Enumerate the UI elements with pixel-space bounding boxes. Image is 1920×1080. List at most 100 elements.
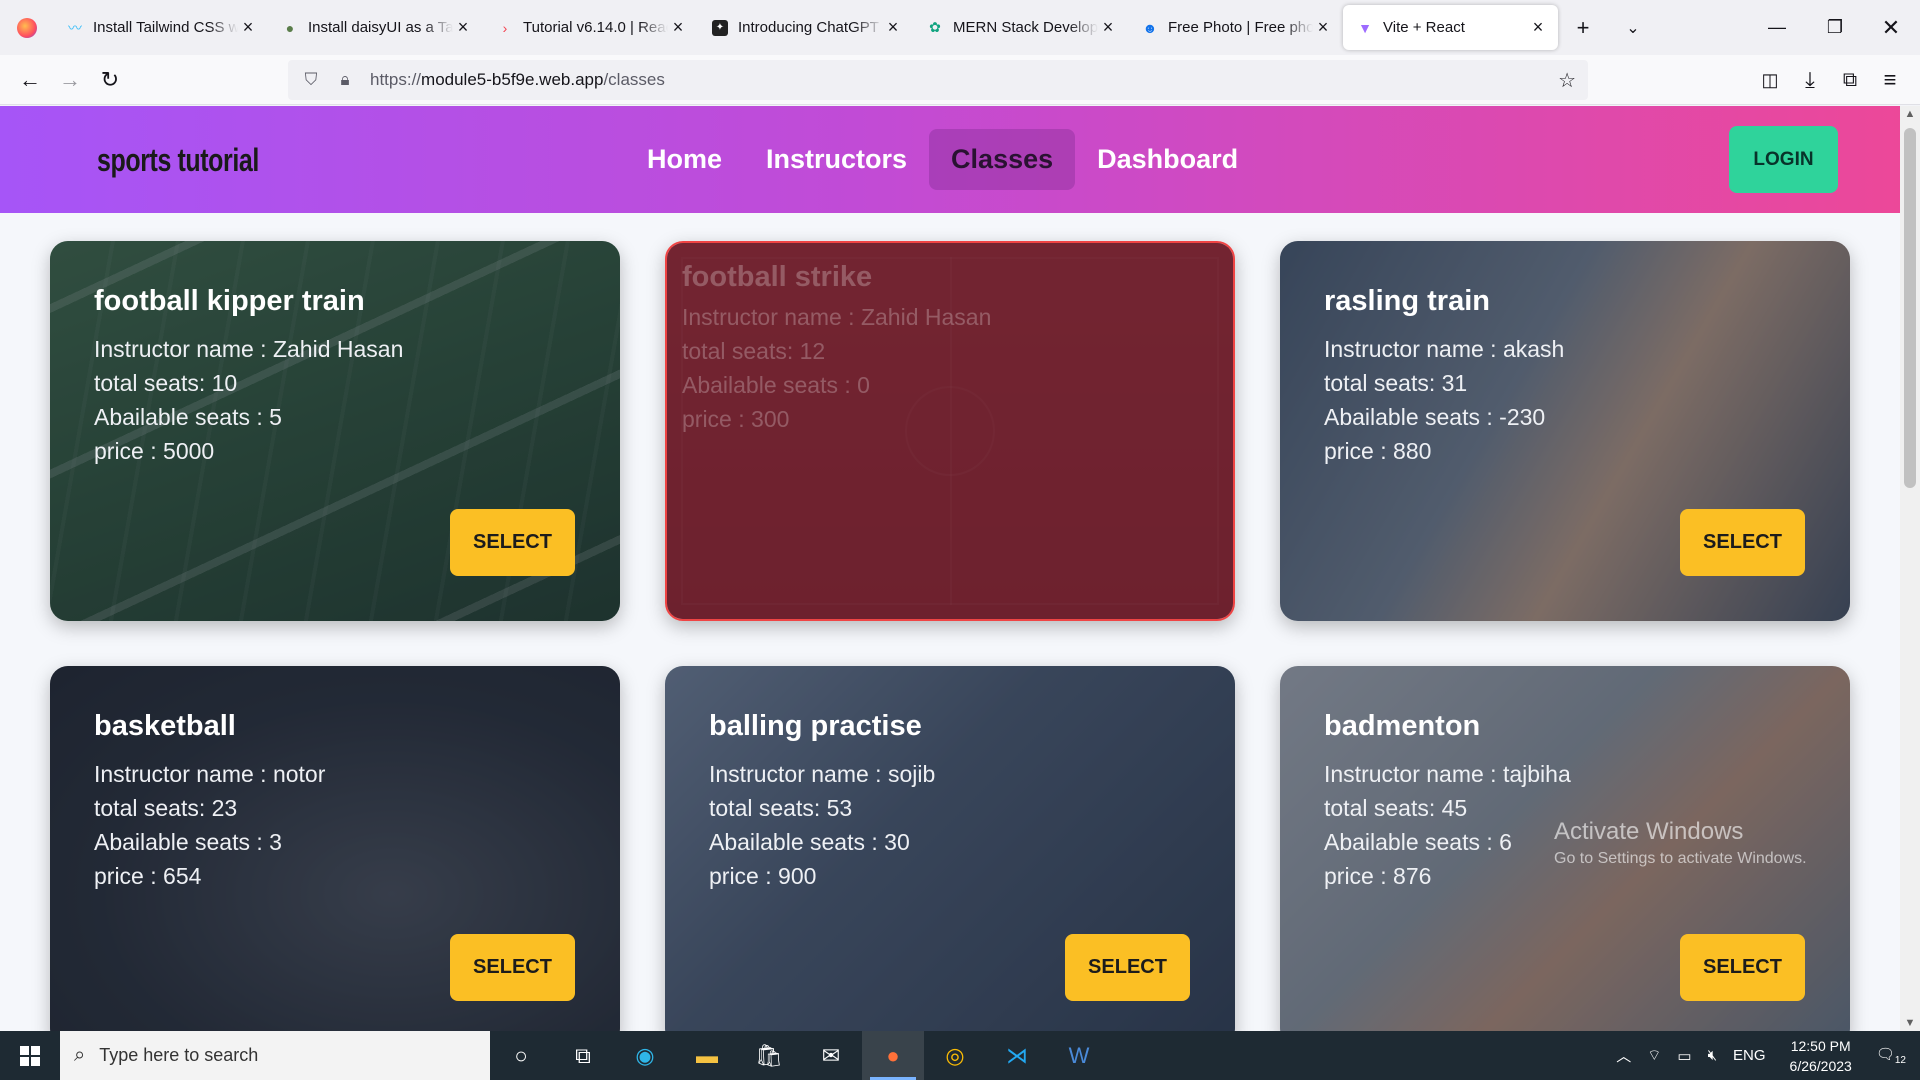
pocket-icon[interactable]: ◫	[1750, 60, 1790, 100]
class-price: price : 300	[682, 406, 790, 432]
instructor-name: Instructor name : akash	[1324, 336, 1565, 362]
browser-tab[interactable]: › Tutorial v6.14.0 | React Router ×	[483, 4, 698, 51]
browser-tab[interactable]: ✦ Introducing ChatGPT ×	[698, 4, 913, 51]
volume-muted-icon[interactable]: 🔇︎	[1700, 1047, 1725, 1064]
class-card-disabled: football strike Instructor name : Zahid …	[665, 241, 1235, 621]
close-tab-icon[interactable]: ×	[238, 17, 258, 38]
class-card: basketball Instructor name : notor total…	[50, 666, 620, 1031]
url-text: https://module5-b5f9e.web.app/classes	[370, 70, 665, 89]
windows-logo-icon	[20, 1045, 40, 1066]
taskbar-clock[interactable]: 12:50 PM 6/26/2023	[1774, 1036, 1868, 1076]
vscode-icon[interactable]: ⋊	[986, 1031, 1048, 1080]
close-tab-icon[interactable]: ×	[453, 17, 473, 38]
chrome-icon[interactable]: ◎	[924, 1031, 986, 1080]
instructor-name: Instructor name : notor	[94, 761, 326, 787]
site-brand[interactable]: sports tutorial	[97, 142, 259, 179]
instructor-name: Instructor name : tajbiha	[1324, 761, 1571, 787]
restore-icon[interactable]: ❐	[1806, 0, 1864, 55]
browser-tab[interactable]: 〰 Install Tailwind CSS with Vite ×	[53, 4, 268, 51]
firefox-menu-icon[interactable]	[0, 0, 53, 55]
battery-icon[interactable]: ▭	[1669, 1047, 1699, 1065]
class-card: rasling train Instructor name : akash to…	[1280, 241, 1850, 621]
select-button[interactable]: SELECT	[450, 934, 575, 1001]
browser-tab-active[interactable]: ▼ Vite + React ×	[1343, 5, 1558, 50]
class-card: football kipper train Instructor name : …	[50, 241, 620, 621]
login-button[interactable]: LOGIN	[1729, 126, 1838, 193]
tracking-shield-icon[interactable]: ⛉	[294, 70, 328, 90]
browser-tab[interactable]: ☻ Free Photo | Free photo ×	[1128, 4, 1343, 51]
scrollbar-thumb[interactable]	[1904, 128, 1916, 488]
notifications-icon[interactable]: 🗨︎12	[1868, 1045, 1920, 1066]
page-scrollbar[interactable]: ▲ ▼	[1900, 106, 1920, 1031]
tab-label: Install Tailwind CSS with Vite	[93, 19, 238, 36]
site-header: sports tutorial Home Instructors Classes…	[0, 106, 1900, 213]
select-button[interactable]: SELECT	[1065, 934, 1190, 1001]
word-icon[interactable]: W	[1048, 1031, 1110, 1080]
minimize-icon[interactable]: —	[1748, 0, 1806, 55]
instructor-name: Instructor name : Zahid Hasan	[94, 336, 404, 362]
url-bar[interactable]: ⛉ 🔒︎ https://module5-b5f9e.web.app/class…	[288, 60, 1588, 100]
select-button[interactable]: SELECT	[450, 509, 575, 576]
downloads-icon[interactable]: ⤓	[1790, 60, 1830, 100]
browser-navigation-bar: ← → ↻ ⛉ 🔒︎ https://module5-b5f9e.web.app…	[0, 55, 1920, 105]
class-price: price : 654	[94, 863, 202, 889]
instructor-name: Instructor name : sojib	[709, 761, 936, 787]
class-title: football kipper train	[94, 285, 365, 317]
task-view-icon[interactable]: ⧉	[552, 1031, 614, 1080]
select-button[interactable]: SELECT	[1680, 509, 1805, 576]
file-explorer-icon[interactable]: ▬	[676, 1031, 738, 1080]
close-window-icon[interactable]: ✕	[1862, 0, 1920, 55]
tab-label: Free Photo | Free photo	[1168, 19, 1313, 36]
reload-icon[interactable]: ↻	[90, 60, 130, 100]
scroll-up-icon[interactable]: ▲	[1900, 108, 1920, 120]
mail-icon[interactable]: ✉	[800, 1031, 862, 1080]
lock-icon[interactable]: 🔒︎	[328, 70, 362, 90]
select-button[interactable]: SELECT	[1680, 934, 1805, 1001]
microsoft-store-icon[interactable]: 🛍︎	[738, 1031, 800, 1080]
clock-date: 6/26/2023	[1789, 1057, 1852, 1074]
close-tab-icon[interactable]: ×	[668, 17, 688, 38]
clock-time: 12:50 PM	[1790, 1037, 1851, 1054]
tailwind-icon: 〰	[68, 19, 82, 36]
available-seats: Abailable seats : 0	[682, 372, 870, 398]
nav-dashboard[interactable]: Dashboard	[1075, 129, 1260, 190]
edge-icon[interactable]: ◉	[614, 1031, 676, 1080]
back-icon[interactable]: ←	[10, 60, 50, 100]
new-tab-icon[interactable]: +	[1558, 4, 1608, 51]
class-title: rasling train	[1324, 285, 1490, 317]
forward-icon[interactable]: →	[50, 60, 90, 100]
nav-instructors[interactable]: Instructors	[744, 129, 929, 190]
watermark-title: Activate Windows	[1554, 818, 1744, 845]
close-tab-icon[interactable]: ×	[1528, 17, 1548, 38]
tab-label: Vite + React	[1383, 19, 1465, 36]
class-price: price : 876	[1324, 863, 1432, 889]
available-seats: Abailable seats : 5	[94, 404, 282, 430]
bookmark-star-icon[interactable]: ☆	[1558, 68, 1576, 93]
scroll-down-icon[interactable]: ▼	[1900, 1017, 1920, 1029]
toolbar-right: ◫ ⤓ ⧉ ≡	[1750, 60, 1910, 100]
vite-icon: ▼	[1358, 19, 1372, 36]
start-button[interactable]	[0, 1031, 60, 1080]
browser-tab[interactable]: ● Install daisyUI as a Tailwind plugin ×	[268, 4, 483, 51]
close-tab-icon[interactable]: ×	[883, 17, 903, 38]
freepik-icon: ☻	[1142, 19, 1158, 36]
class-title: balling practise	[709, 710, 922, 742]
app-menu-icon[interactable]: ≡	[1870, 60, 1910, 100]
close-tab-icon[interactable]: ×	[1098, 17, 1118, 38]
nav-classes[interactable]: Classes	[929, 129, 1076, 190]
tab-label: Tutorial v6.14.0 | React Router	[523, 19, 668, 36]
total-seats: total seats: 45	[1324, 795, 1468, 821]
cortana-icon[interactable]: ○	[490, 1031, 552, 1080]
close-tab-icon[interactable]: ×	[1313, 17, 1333, 38]
firefox-taskbar-icon[interactable]: ●	[862, 1031, 924, 1080]
tab-list-chevron-icon[interactable]: ⌄	[1608, 4, 1658, 51]
extensions-icon[interactable]: ⧉	[1830, 60, 1870, 100]
network-icon[interactable]: ⌔	[1639, 1046, 1669, 1065]
nav-home[interactable]: Home	[625, 129, 744, 190]
show-hidden-icons-chevron-icon[interactable]: ︿	[1608, 1045, 1639, 1066]
taskbar-search-box[interactable]: ⌕ Type here to search	[60, 1031, 490, 1080]
language-indicator[interactable]: ENG	[1725, 1047, 1774, 1064]
available-seats: Abailable seats : 3	[94, 829, 282, 855]
total-seats: total seats: 12	[682, 338, 826, 364]
browser-tab[interactable]: ✿ MERN Stack Developer ×	[913, 4, 1128, 51]
